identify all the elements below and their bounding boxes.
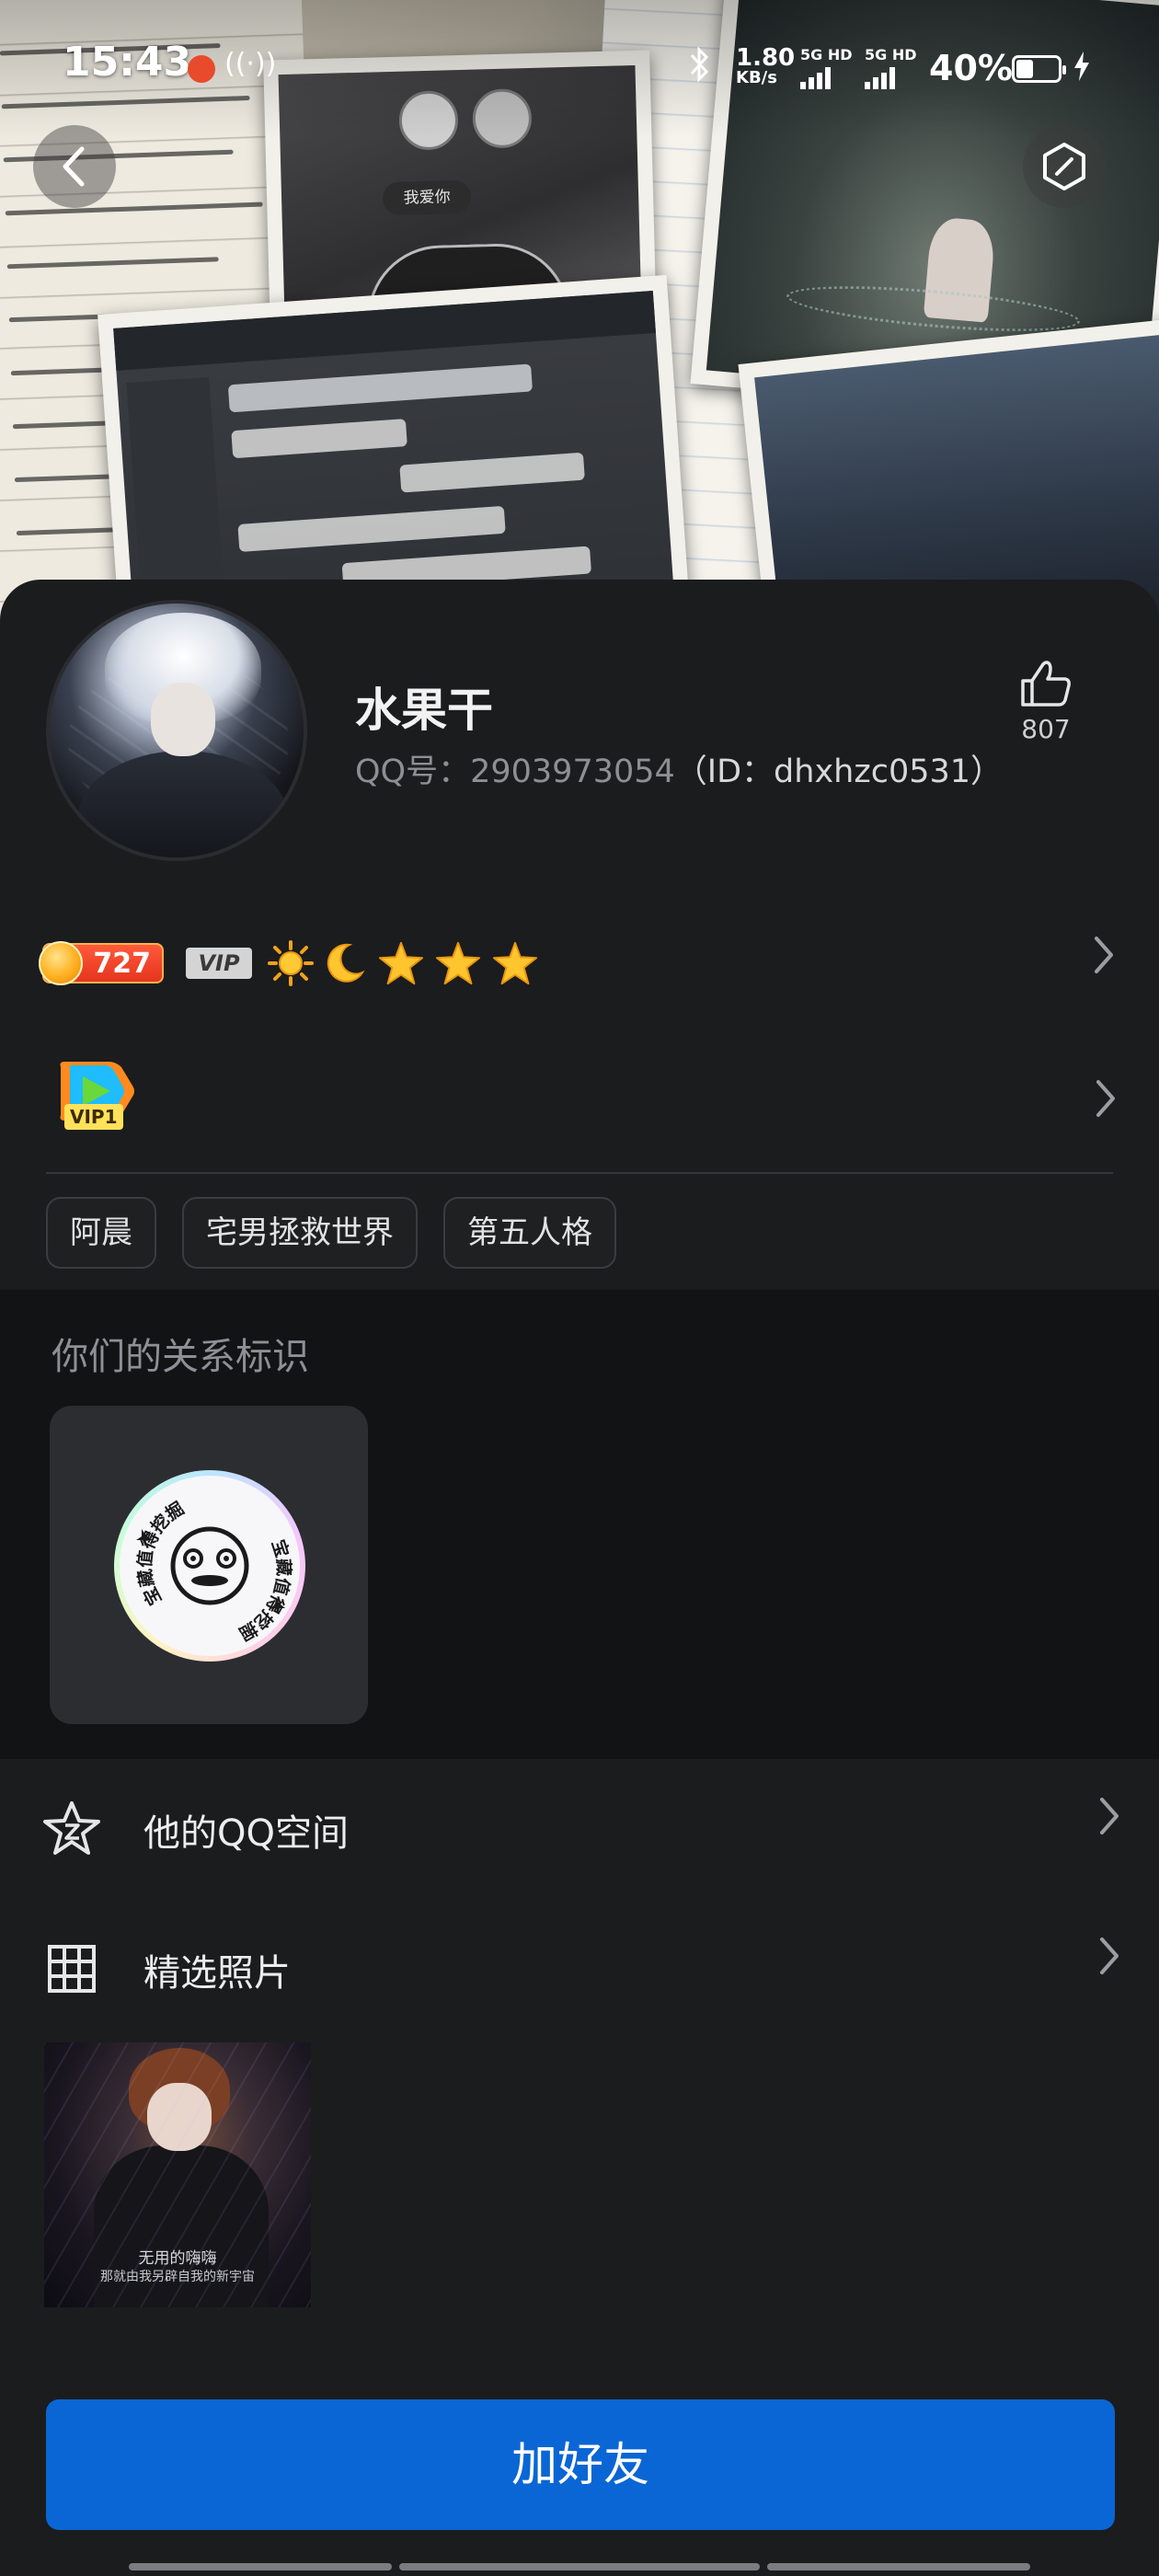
relation-title: 你们的关系标识: [52, 1336, 309, 1378]
record-icon: [188, 55, 215, 83]
charging-icon: [1073, 50, 1091, 90]
status-bar: 15:43 ((·)) 1.80 KB/s 5G HD 5G HD 40%: [0, 0, 1159, 138]
sun-icon: [267, 939, 315, 987]
chevron-left-icon: [63, 146, 85, 187]
like-button[interactable]: 807: [1012, 659, 1080, 744]
qq-number-line[interactable]: QQ号：2903973054（ID：dhxhzc0531）: [355, 745, 1003, 792]
level-row[interactable]: 727 VIP: [39, 931, 1119, 995]
chevron-right-icon: [1091, 935, 1117, 985]
vip-badge: VIP: [186, 948, 252, 979]
qzone-menu-item[interactable]: 他的QQ空间: [0, 1768, 1159, 1888]
coin-count: 727: [93, 947, 151, 980]
vip-level-tag: VIP1: [64, 1104, 123, 1130]
back-button[interactable]: [33, 125, 116, 208]
divider: [46, 1172, 1113, 1174]
photos-menu-item[interactable]: 精选照片: [0, 1908, 1159, 2028]
svg-text:宝藏值得挖掘: 宝藏值得挖掘: [205, 1531, 300, 1647]
photos-label: 精选照片: [143, 1952, 291, 1995]
coin-icon: [39, 941, 83, 985]
interest-tag[interactable]: 阿晨: [46, 1197, 156, 1269]
thumbs-up-icon: [1021, 661, 1071, 707]
treasure-badge-icon: 宝藏值得挖掘 宝藏值得挖掘: [114, 1470, 305, 1662]
avatar[interactable]: [46, 600, 307, 861]
qzone-star-icon: [40, 1798, 103, 1860]
signal-icon: 5G HD: [800, 46, 853, 89]
cover-image[interactable]: 我爱你 15:43 ((·)) 1.80 KB/s 5G HD 5G HD 40…: [0, 0, 1159, 644]
qq-number: QQ号：2903973054: [355, 753, 675, 790]
chevron-right-icon: [1096, 1796, 1122, 1846]
interest-tags: 阿晨 宅男拯救世界 第五人格: [46, 1197, 616, 1269]
cover-photo-caption: 我爱你: [382, 179, 472, 216]
bluetooth-icon: [688, 46, 712, 91]
hotspot-icon: ((·)): [224, 48, 277, 80]
add-friend-button[interactable]: 加好友: [46, 2399, 1115, 2530]
star-icon: [491, 939, 539, 987]
relation-badge-text: 宝藏值得挖掘: [120, 1496, 222, 1612]
grid-icon: [40, 1938, 103, 2000]
chevron-right-icon: [1093, 1078, 1119, 1129]
profile-page: 我爱你 15:43 ((·)) 1.80 KB/s 5G HD 5G HD 40…: [0, 0, 1159, 2576]
signal-icon: 5G HD: [865, 46, 917, 89]
battery-icon: [1012, 55, 1066, 83]
nav-handle: [767, 2563, 1030, 2570]
nav-handle: [399, 2563, 760, 2570]
qzone-label: 他的QQ空间: [143, 1812, 349, 1855]
featured-photo-caption: 那就由我另辟自我的新宇宙: [100, 2270, 255, 2284]
status-time: 15:43: [63, 39, 192, 86]
interest-tag[interactable]: 宅男拯救世界: [182, 1197, 418, 1269]
edit-icon: [1043, 143, 1085, 190]
video-vip-row[interactable]: VIP1: [52, 1058, 1119, 1141]
svg-text:宝藏值得挖掘: 宝藏值得挖掘: [120, 1496, 222, 1612]
moon-icon: [320, 939, 368, 987]
nav-handle: [129, 2563, 392, 2570]
network-speed: 1.80 KB/s: [736, 44, 796, 87]
interest-tag[interactable]: 第五人格: [443, 1197, 616, 1269]
battery-percent: 40%: [929, 48, 1013, 88]
relation-section: 你们的关系标识 宝藏值得挖掘 宝藏值得挖掘: [0, 1290, 1159, 1759]
relation-badge-text: 宝藏值得挖掘: [205, 1531, 300, 1647]
like-count: 807: [1021, 714, 1071, 744]
featured-photo-caption: 无用的嗨嗨: [138, 2249, 217, 2268]
relation-badge-card[interactable]: 宝藏值得挖掘 宝藏值得挖掘: [50, 1406, 368, 1724]
edit-cover-button[interactable]: [1023, 125, 1106, 208]
star-icon: [434, 939, 482, 987]
featured-photo[interactable]: 无用的嗨嗨 那就由我另辟自我的新宇宙: [44, 2042, 311, 2307]
user-id: （ID：dhxhzc0531）: [674, 753, 1004, 790]
star-icon: [377, 939, 425, 987]
nickname: 水果干: [355, 684, 493, 737]
coin-badge: 727: [39, 941, 164, 985]
chevron-right-icon: [1096, 1936, 1122, 1986]
